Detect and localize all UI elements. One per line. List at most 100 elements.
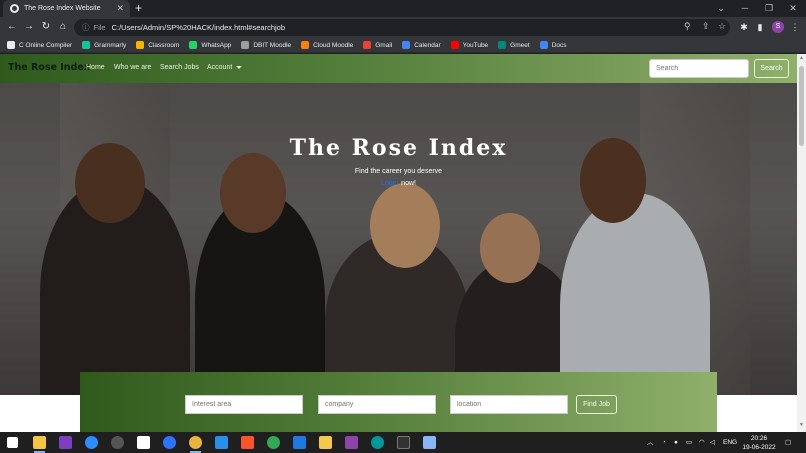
sticky-notes-icon[interactable]	[319, 436, 332, 449]
bookmark-label: Classroom	[148, 41, 180, 49]
browser-tab[interactable]: The Rose Index Website ✕	[3, 0, 130, 17]
system-clock[interactable]: 20:26 19-06-2022	[742, 434, 776, 452]
app-icon[interactable]	[423, 436, 436, 449]
cta-suffix: now!	[401, 180, 416, 187]
url-text[interactable]: C:/Users/Admin/SP%20HACK/index.html#sear…	[112, 23, 285, 32]
site-brand[interactable]: The Rose Index	[8, 62, 90, 73]
bookmark-item[interactable]: Grammarly	[82, 41, 126, 49]
bookmark-item[interactable]: Docs	[539, 41, 567, 49]
bookmark-item[interactable]: Calendar	[402, 41, 441, 49]
new-tab-button[interactable]: +	[135, 1, 142, 15]
nav-link-search-jobs[interactable]: Search Jobs	[160, 64, 199, 71]
share-icon[interactable]: ⇪	[702, 21, 710, 32]
nav-link-home[interactable]: Home	[86, 64, 105, 71]
menu-kebab-icon[interactable]: ⋮	[788, 20, 802, 34]
forward-icon[interactable]: →	[21, 19, 37, 35]
restore-button[interactable]: ❐	[757, 0, 781, 17]
brave-icon[interactable]	[241, 436, 254, 449]
app-icon[interactable]	[293, 436, 306, 449]
bookmark-item[interactable]: DBIT Moodle	[241, 41, 291, 49]
find-job-button[interactable]: Find Job	[576, 395, 617, 414]
nav-search-button[interactable]: Search	[754, 59, 789, 78]
bookmark-icon	[241, 41, 250, 49]
hero-title: The Rose Index	[289, 135, 508, 161]
scroll-thumb[interactable]	[799, 66, 804, 146]
bookmark-item[interactable]: Cloud Moodle	[301, 41, 353, 49]
vscode-icon[interactable]	[215, 436, 228, 449]
bookmarks-bar: C Online Compiler Grammarly Classroom Whats…	[0, 38, 806, 53]
clock-date: 19-06-2022	[742, 444, 776, 451]
app-icon[interactable]	[163, 436, 176, 449]
tray-icon[interactable]: ◔	[662, 432, 666, 453]
side-panel-icon[interactable]: ▮	[753, 20, 767, 34]
tray-chevron-icon[interactable]: ︿	[647, 432, 654, 453]
company-input[interactable]	[318, 395, 436, 414]
bookmark-label: Gmeet	[510, 41, 530, 49]
onenote-icon[interactable]	[59, 436, 72, 449]
nav-link-account[interactable]: Account	[207, 64, 243, 71]
profile-avatar[interactable]: S	[772, 21, 784, 33]
visual-studio-icon[interactable]	[345, 436, 358, 449]
chrome-icon[interactable]	[189, 436, 202, 453]
file-explorer-icon[interactable]	[33, 436, 46, 453]
bookmark-icon	[82, 41, 91, 49]
tab-search-icon[interactable]: ⌄	[709, 0, 733, 17]
tray-icon[interactable]: ●	[674, 432, 678, 453]
arduino-icon[interactable]	[371, 436, 384, 449]
address-bar[interactable]: ⓘ File C:/Users/Admin/SP%20HACK/index.ht…	[74, 19, 730, 36]
close-tab-icon[interactable]: ✕	[116, 3, 124, 14]
location-input[interactable]	[450, 395, 568, 414]
hero-subtitle: Find the career you deserve	[354, 168, 443, 175]
bookmark-label: WhatsApp	[201, 41, 232, 49]
chrome-icon[interactable]	[267, 436, 280, 449]
app-icon[interactable]	[111, 436, 124, 449]
hero-banner: The Rose Index Find the career you deser…	[0, 83, 797, 395]
start-icon[interactable]	[7, 437, 18, 448]
language-indicator[interactable]: ENG	[723, 432, 737, 453]
bookmark-item[interactable]: WhatsApp	[189, 41, 231, 49]
clock-time: 20:26	[750, 435, 768, 442]
battery-icon[interactable]: ▭	[686, 432, 692, 453]
info-icon[interactable]: ⓘ	[82, 22, 90, 33]
bookmark-icon	[498, 41, 507, 49]
terminal-icon[interactable]	[397, 436, 410, 449]
bookmark-label: Calendar	[414, 41, 441, 49]
scroll-down-icon[interactable]: ▼	[798, 422, 805, 430]
bookmark-item[interactable]: Gmail	[363, 41, 392, 49]
page-scrollbar[interactable]: ▲ ▼	[797, 54, 806, 432]
window-close-button[interactable]: ✕	[781, 0, 805, 17]
notification-icon[interactable]: ▢	[785, 432, 791, 453]
browser-toolbar: ← → ↻ ⌂ ⓘ File C:/Users/Admin/SP%20HACK/…	[0, 17, 806, 38]
reload-icon[interactable]: ↻	[38, 19, 54, 35]
nav-link-who-we-are[interactable]: Who we are	[114, 64, 151, 71]
bookmark-item[interactable]: Classroom	[136, 41, 179, 49]
bookmark-star-icon[interactable]: ☆	[718, 21, 726, 32]
bookmark-icon	[189, 41, 198, 49]
account-label: Account	[207, 64, 233, 71]
bookmark-item[interactable]: C Online Compiler	[7, 41, 72, 49]
login-link[interactable]: Login	[381, 180, 398, 187]
notion-icon[interactable]	[137, 436, 150, 449]
browser-tab-strip: The Rose Index Website ✕ + ⌄ ─ ❐ ✕	[0, 0, 806, 17]
globe-icon	[10, 4, 19, 13]
bookmark-icon	[7, 41, 15, 49]
home-icon[interactable]: ⌂	[55, 19, 71, 35]
wifi-icon[interactable]: ◠	[699, 432, 705, 453]
back-icon[interactable]: ←	[4, 19, 20, 35]
zoom-app-icon[interactable]	[85, 436, 98, 449]
bookmark-icon	[301, 41, 310, 49]
bookmark-icon	[402, 41, 411, 49]
hero-overlay	[0, 83, 797, 395]
windows-taskbar: ︿ ◔ ● ▭ ◠ ◁ ENG 20:26 19-06-2022 ▢	[0, 432, 806, 453]
minimize-button[interactable]: ─	[733, 0, 757, 17]
bookmark-icon	[136, 41, 145, 49]
nav-search-input[interactable]	[649, 59, 749, 78]
extensions-icon[interactable]: ✱	[737, 20, 751, 34]
bookmark-item[interactable]: Gmeet	[498, 41, 530, 49]
zoom-icon[interactable]: ⚲	[684, 21, 691, 32]
find-job-panel: Find Job	[80, 372, 717, 432]
scroll-up-icon[interactable]: ▲	[798, 55, 805, 63]
volume-icon[interactable]: ◁	[710, 432, 715, 453]
bookmark-item[interactable]: YouTube	[450, 41, 488, 49]
interest-area-input[interactable]	[185, 395, 303, 414]
